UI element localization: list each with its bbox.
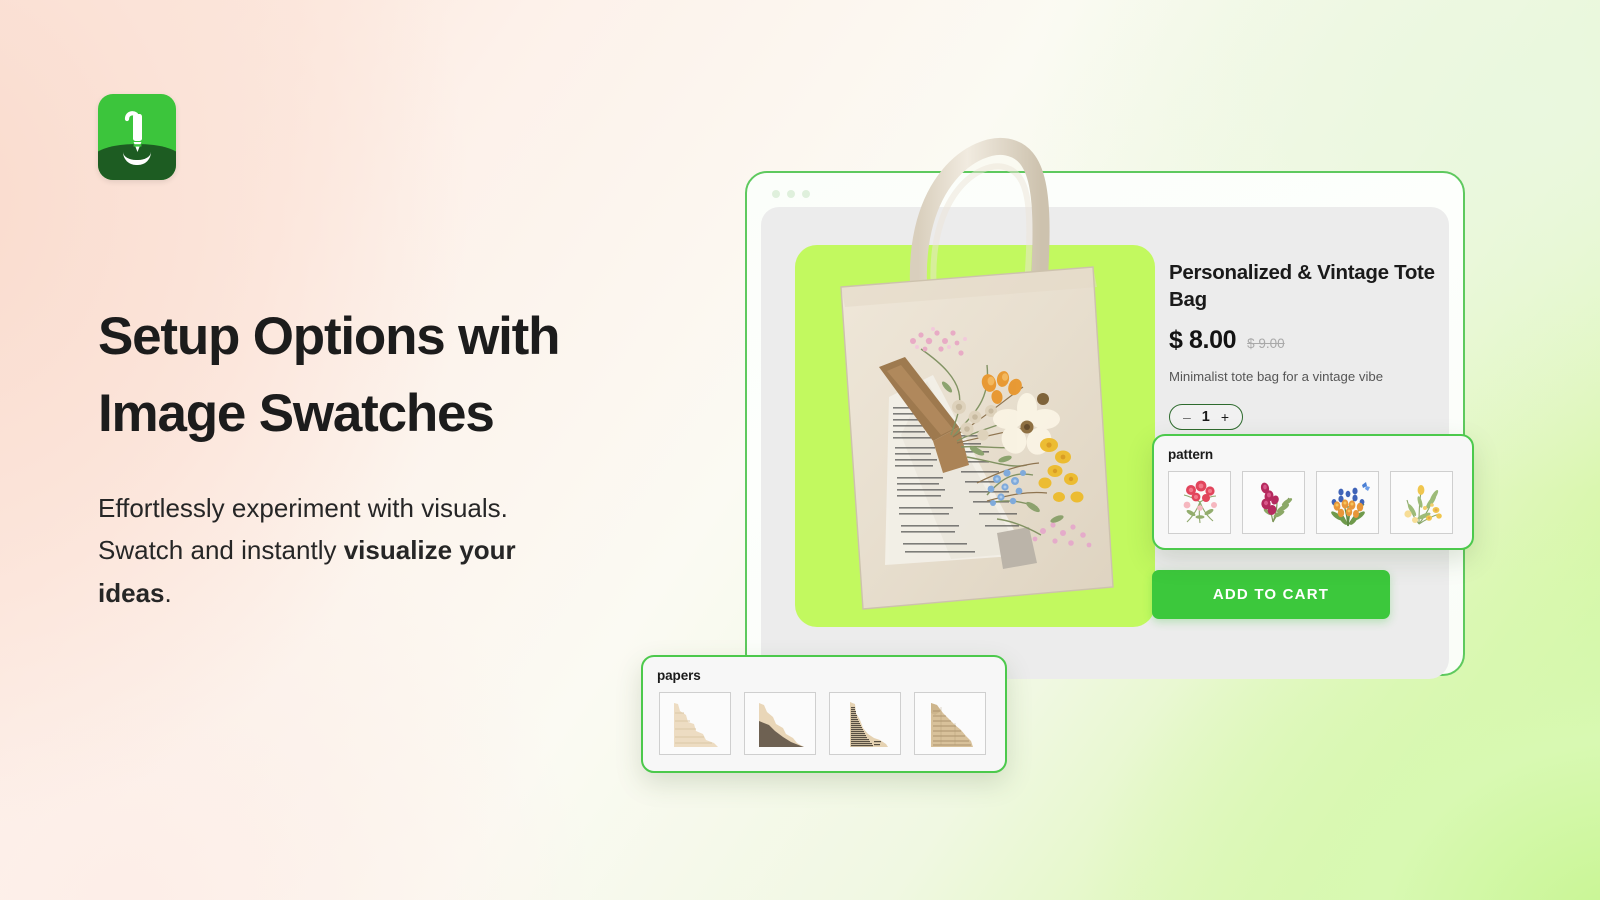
- quantity-decrease-button[interactable]: –: [1183, 410, 1191, 424]
- papers-panel-title: papers: [657, 668, 701, 683]
- papers-swatch-list: [643, 683, 1005, 771]
- plain-torn-paper-swatch[interactable]: [659, 692, 731, 755]
- product-image: [795, 137, 1155, 627]
- hero-subtext-part-2: .: [164, 578, 172, 608]
- add-to-cart-button[interactable]: ADD TO CART: [1152, 570, 1390, 619]
- papers-swatch-panel: papers: [641, 655, 1007, 773]
- pattern-panel-title: pattern: [1168, 447, 1214, 462]
- product-info: Personalized & Vintage Tote Bag $ 8.00 $…: [1169, 259, 1444, 431]
- aged-manuscript-torn-paper-swatch[interactable]: [914, 692, 986, 755]
- window-dot-icon: [772, 190, 780, 198]
- product-title: Personalized & Vintage Tote Bag: [1169, 261, 1435, 312]
- product-price: $ 8.00: [1169, 326, 1237, 355]
- magenta-snapdragon-floral-swatch[interactable]: [1242, 471, 1305, 534]
- blue-orange-wildflower-bouquet-swatch[interactable]: [1316, 471, 1379, 534]
- product-old-price: $ 9.00: [1247, 336, 1285, 352]
- logo-pen-glyph: [124, 111, 142, 152]
- window-dot-icon: [787, 190, 795, 198]
- pattern-swatch-panel: pattern: [1152, 434, 1474, 550]
- pen-stylus-logo-icon: [98, 94, 176, 180]
- red-carnation-floral-swatch[interactable]: [1168, 471, 1231, 534]
- product-description: Minimalist tote bag for a vintage vibe: [1169, 369, 1384, 385]
- quantity-stepper[interactable]: – 1 +: [1169, 403, 1244, 431]
- pattern-swatch-list: [1154, 462, 1472, 548]
- quantity-increase-button[interactable]: +: [1221, 410, 1229, 424]
- dark-brown-torn-paper-swatch[interactable]: [744, 692, 816, 755]
- yellow-wildflower-sprig-swatch[interactable]: [1390, 471, 1453, 534]
- product-price-row: $ 8.00 $ 9.00: [1169, 326, 1444, 355]
- page-title: Setup Options with Image Swatches: [98, 307, 560, 444]
- quantity-value: 1: [1201, 408, 1210, 425]
- hero-left-column: Setup Options with Image Swatches Effort…: [98, 94, 718, 615]
- hero-subtext: Effortlessly experiment with visuals. Sw…: [98, 487, 568, 615]
- newsprint-torn-paper-swatch[interactable]: [829, 692, 901, 755]
- tote-bag-illustration: [840, 137, 1114, 610]
